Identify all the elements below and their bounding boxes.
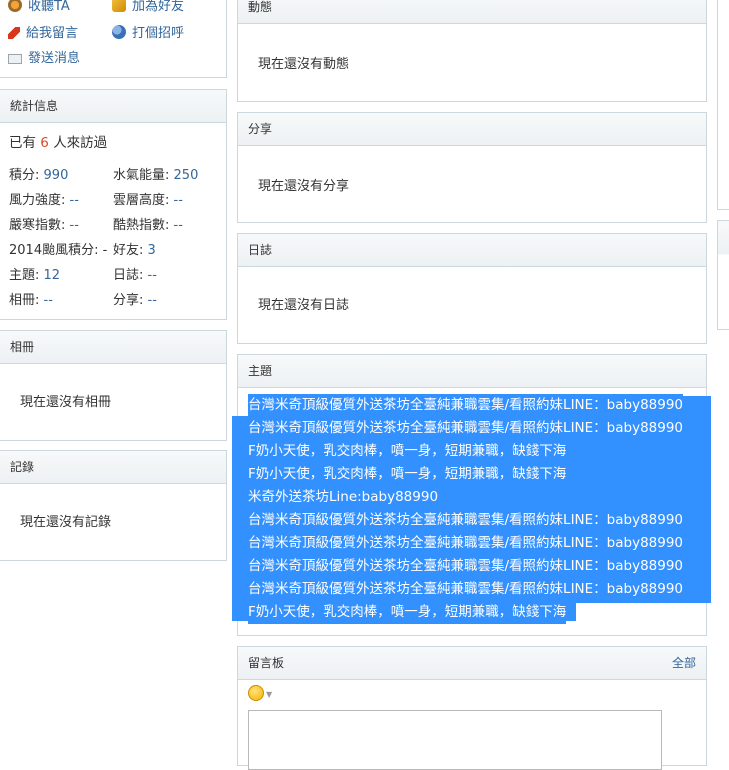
record-empty-text: 現在還沒有記錄: [20, 515, 112, 530]
leave-message-link[interactable]: 給我留言: [8, 22, 78, 41]
thread-item[interactable]: 台灣米奇頂級優質外送茶坊全臺純兼職雲集/看照約妹LINE：baby88990: [248, 578, 684, 601]
thread-item[interactable]: F奶小天使，乳交肉棒，噴一身，短期兼職，缺錢下海: [248, 463, 567, 486]
stat-shares: 分享: --: [113, 293, 157, 308]
selection-highlight-left: [232, 416, 248, 621]
stats-box: 統計信息 已有 6 人來訪過 積分: 990 水氣能量: 250 風力強度: -…: [0, 89, 227, 320]
stat-heat: 酷熱指數: --: [113, 218, 183, 233]
visitors-count: 6: [40, 135, 49, 151]
stats-header: 統計信息: [0, 90, 226, 123]
stat-typhoon: 2014颱風積分: -: [9, 243, 108, 258]
album-header: 相冊: [0, 331, 226, 364]
threads-header: 主題: [238, 355, 706, 388]
stat-water: 水氣能量: 250: [113, 168, 199, 183]
blog-empty-text: 現在還沒有日誌: [258, 298, 350, 313]
stat-wind: 風力強度: --: [9, 193, 79, 208]
greet-icon: [112, 25, 126, 39]
blog-box: 日誌 現在還沒有日誌: [237, 233, 707, 344]
pencil-icon: [8, 27, 20, 39]
record-box: 記錄 現在還沒有記錄: [0, 450, 227, 561]
stat-blogs: 日誌: --: [113, 268, 157, 283]
thread-item[interactable]: 台灣米奇頂級優質外送茶坊全臺純兼職雲集/看照約妹LINE：baby88990: [248, 532, 684, 555]
follow-icon: [8, 0, 22, 12]
guestbook-box: 留言板 全部 ▼: [237, 646, 707, 770]
visitors-line: 已有 6 人來訪過: [9, 135, 108, 151]
feed-empty-text: 現在還沒有動態: [258, 57, 350, 72]
thread-item[interactable]: F奶小天使，乳交肉棒，噴一身，短期兼職，缺錢下海: [248, 440, 567, 463]
record-header: 記錄: [0, 451, 226, 484]
album-box: 相冊 現在還沒有相冊: [0, 330, 227, 441]
blog-header: 日誌: [238, 234, 706, 267]
envelope-icon: [8, 54, 22, 64]
thread-item[interactable]: 台灣米奇頂級優質外送茶坊全臺純兼職雲集/看照約妹LINE：baby88990: [248, 555, 684, 578]
greet-link[interactable]: 打個招呼: [112, 22, 184, 41]
right-column-box-2: [717, 220, 729, 330]
thread-item[interactable]: 台灣米奇頂級優質外送茶坊全臺純兼職雲集/看照約妹LINE：baby88990: [248, 417, 684, 440]
album-empty-text: 現在還沒有相冊: [20, 395, 112, 410]
guestbook-all-link[interactable]: 全部: [672, 647, 696, 680]
add-friend-icon: [112, 0, 126, 12]
chevron-down-icon[interactable]: ▼: [266, 690, 272, 699]
profile-actions-box: 收聽TA 加為好友 給我留言 打個招呼 發送消息: [0, 0, 227, 78]
send-message-link[interactable]: 發送消息: [8, 47, 80, 66]
stat-friends: 好友: 3: [113, 243, 156, 258]
guestbook-textarea[interactable]: [248, 710, 662, 770]
add-friend-link[interactable]: 加為好友: [112, 0, 184, 14]
smiley-icon[interactable]: [248, 685, 264, 701]
stat-points: 積分: 990: [9, 168, 69, 183]
stat-cold: 嚴寒指數: --: [9, 218, 79, 233]
thread-item[interactable]: 台灣米奇頂級優質外送茶坊全臺純兼職雲集/看照約妹LINE：baby88990: [248, 394, 684, 417]
follow-link[interactable]: 收聽TA: [8, 0, 70, 14]
share-box: 分享 現在還沒有分享: [237, 112, 707, 223]
right-column-box-1: [717, 0, 729, 210]
guestbook-header: 留言板 全部: [238, 647, 706, 680]
stat-albums: 相冊: --: [9, 293, 53, 308]
feed-box: 動態 現在還沒有動態: [237, 0, 707, 102]
share-empty-text: 現在還沒有分享: [258, 179, 350, 194]
thread-item[interactable]: 米奇外送茶坊Line:baby88990: [248, 486, 439, 509]
stat-threads: 主題: 12: [9, 268, 61, 283]
feed-header: 動態: [238, 0, 706, 24]
stat-cloud: 雲層高度: --: [113, 193, 183, 208]
thread-item[interactable]: 台灣米奇頂級優質外送茶坊全臺純兼職雲集/看照約妹LINE：baby88990: [248, 509, 684, 532]
thread-item[interactable]: F奶小天使，乳交肉棒，噴一身，短期兼職，缺錢下海: [248, 601, 567, 624]
share-header: 分享: [238, 113, 706, 146]
